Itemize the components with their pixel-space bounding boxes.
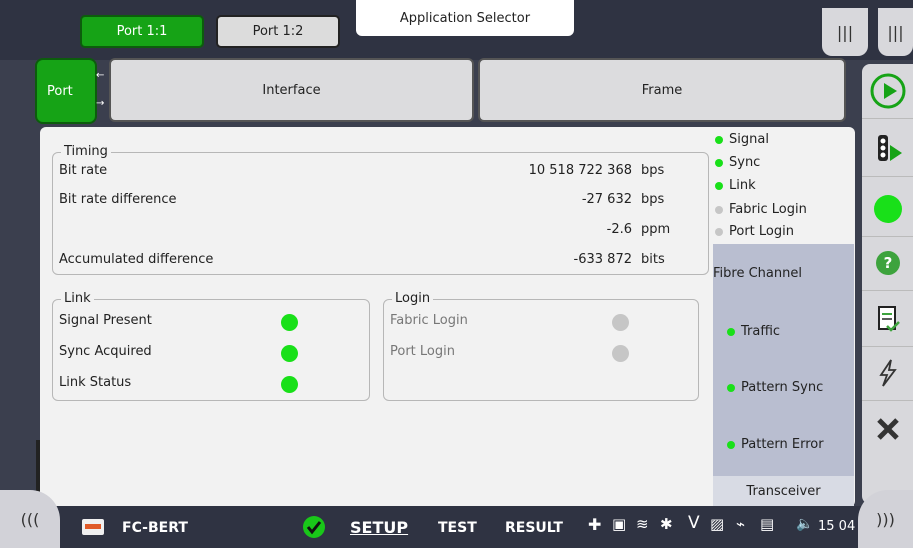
port-login-label: Port Login bbox=[390, 344, 455, 359]
led-icon bbox=[715, 135, 723, 144]
accumulated-diff-value: -633 872 bbox=[573, 252, 632, 267]
login-title: Login bbox=[392, 291, 434, 306]
menu-handle-1[interactable]: ||| bbox=[822, 8, 868, 56]
status-traffic: Traffic bbox=[727, 324, 780, 339]
checkmark-icon bbox=[303, 516, 325, 538]
bit-rate-unit: bps bbox=[641, 163, 665, 178]
lightning-icon bbox=[878, 359, 897, 387]
app-icon bbox=[82, 519, 104, 535]
speaker-icon: 🔈 bbox=[796, 516, 814, 532]
ppm-value: -2.6 bbox=[606, 222, 632, 237]
fibre-channel-panel: Fibre Channel Traffic Pattern Sync Patte… bbox=[713, 244, 854, 476]
tab-port[interactable]: Port bbox=[35, 58, 97, 124]
network-icon: ▣ bbox=[612, 515, 627, 533]
tab-frame[interactable]: Frame bbox=[478, 58, 846, 122]
right-toolbar: ? bbox=[862, 64, 913, 504]
start-test-button[interactable] bbox=[862, 64, 913, 119]
login-group: Login Fabric Login Port Login bbox=[383, 291, 699, 401]
menu-icon: ||| bbox=[836, 22, 854, 42]
tab-setup[interactable]: SETUP bbox=[350, 518, 408, 537]
sync-acquired-label: Sync Acquired bbox=[59, 344, 152, 359]
nav-right-icon: ))) bbox=[876, 509, 895, 529]
port-arrows-icon: ← → bbox=[96, 70, 105, 109]
help-icon: ? bbox=[875, 251, 900, 275]
tab-test[interactable]: TEST bbox=[438, 520, 477, 536]
nav-left-icon: ((( bbox=[20, 509, 40, 529]
timing-group: Timing Bit rate 10 518 722 368 bps Bit r… bbox=[52, 144, 709, 275]
tab-result[interactable]: RESULT bbox=[505, 520, 563, 536]
fabric-login-label: Fabric Login bbox=[390, 313, 468, 328]
traffic-light-icon bbox=[877, 135, 902, 161]
close-icon bbox=[876, 418, 899, 440]
nav-left-button[interactable]: ((( bbox=[0, 490, 60, 548]
status-port-login: Port Login bbox=[715, 224, 794, 239]
led-icon bbox=[715, 227, 723, 236]
link-group: Link Signal Present Sync Acquired Link S… bbox=[52, 291, 370, 401]
display-icon: ▤ bbox=[760, 515, 775, 533]
bit-rate-value: 10 518 722 368 bbox=[528, 163, 632, 178]
nav-right-button[interactable]: ))) bbox=[858, 490, 913, 548]
bit-rate-diff-label: Bit rate difference bbox=[59, 192, 177, 207]
v-icon: V bbox=[688, 513, 700, 533]
ppm-unit: ppm bbox=[641, 222, 671, 237]
led-icon bbox=[715, 158, 723, 167]
status-link: Link bbox=[715, 178, 756, 193]
link-title: Link bbox=[61, 291, 94, 306]
bit-rate-diff-unit: bps bbox=[641, 192, 665, 207]
status-sync: Sync bbox=[715, 155, 760, 170]
menu-icon: ||| bbox=[887, 22, 904, 42]
green-status-icon bbox=[873, 195, 902, 223]
play-icon bbox=[870, 73, 905, 109]
menu-handle-2[interactable]: ||| bbox=[878, 8, 913, 56]
link-status-led bbox=[281, 376, 298, 393]
fabric-login-led bbox=[612, 314, 629, 331]
bit-rate-label: Bit rate bbox=[59, 163, 108, 178]
tab-port-1-2[interactable]: Port 1:2 bbox=[216, 15, 340, 48]
test-sequence-button[interactable] bbox=[862, 122, 913, 177]
wifi-icon: ≋ bbox=[636, 515, 649, 533]
link-status-label: Link Status bbox=[59, 375, 132, 390]
fibre-channel-title: Fibre Channel bbox=[713, 266, 802, 281]
status-pattern-error: Pattern Error bbox=[727, 437, 824, 452]
satellite-icon: ⌁ bbox=[736, 515, 746, 533]
remote-icon: ▨ bbox=[710, 515, 725, 533]
status-pattern-sync: Pattern Sync bbox=[727, 380, 823, 395]
transceiver-button[interactable]: Transceiver bbox=[713, 476, 854, 506]
report-icon bbox=[877, 306, 900, 332]
app-name: FC-BERT bbox=[122, 520, 188, 536]
close-button[interactable] bbox=[862, 402, 913, 456]
led-icon bbox=[727, 383, 735, 392]
svg-text:?: ? bbox=[883, 254, 892, 272]
signal-present-led bbox=[281, 314, 298, 331]
led-icon bbox=[727, 440, 735, 449]
application-selector-button[interactable]: Application Selector bbox=[356, 0, 574, 36]
power-plug-icon: ✚ bbox=[588, 515, 602, 534]
led-icon bbox=[715, 181, 723, 190]
tab-port-label: Port bbox=[47, 83, 73, 99]
timing-title: Timing bbox=[61, 144, 111, 159]
tab-port-1-1[interactable]: Port 1:1 bbox=[80, 15, 204, 48]
port-login-led bbox=[612, 345, 629, 362]
status-led-button[interactable] bbox=[862, 182, 913, 237]
led-icon bbox=[727, 327, 735, 336]
led-icon bbox=[715, 205, 723, 214]
bit-rate-diff-value: -27 632 bbox=[581, 192, 632, 207]
bluetooth-icon: ✱ bbox=[660, 515, 673, 533]
signal-present-label: Signal Present bbox=[59, 313, 152, 328]
tab-interface[interactable]: Interface bbox=[109, 58, 474, 122]
help-button[interactable]: ? bbox=[862, 236, 913, 291]
accumulated-diff-label: Accumulated difference bbox=[59, 252, 214, 267]
clock-time: 15 04 bbox=[818, 519, 856, 534]
accumulated-diff-unit: bits bbox=[641, 252, 665, 267]
status-signal: Signal bbox=[715, 132, 769, 147]
report-button[interactable] bbox=[862, 292, 913, 347]
status-fabric-login: Fabric Login bbox=[715, 202, 807, 217]
bottom-bar: FC-BERT SETUP TEST RESULT ✚ ▣ ≋ ✱ V ▨ ⌁ … bbox=[0, 506, 913, 548]
inject-error-button[interactable] bbox=[862, 346, 913, 401]
sync-acquired-led bbox=[281, 345, 298, 362]
